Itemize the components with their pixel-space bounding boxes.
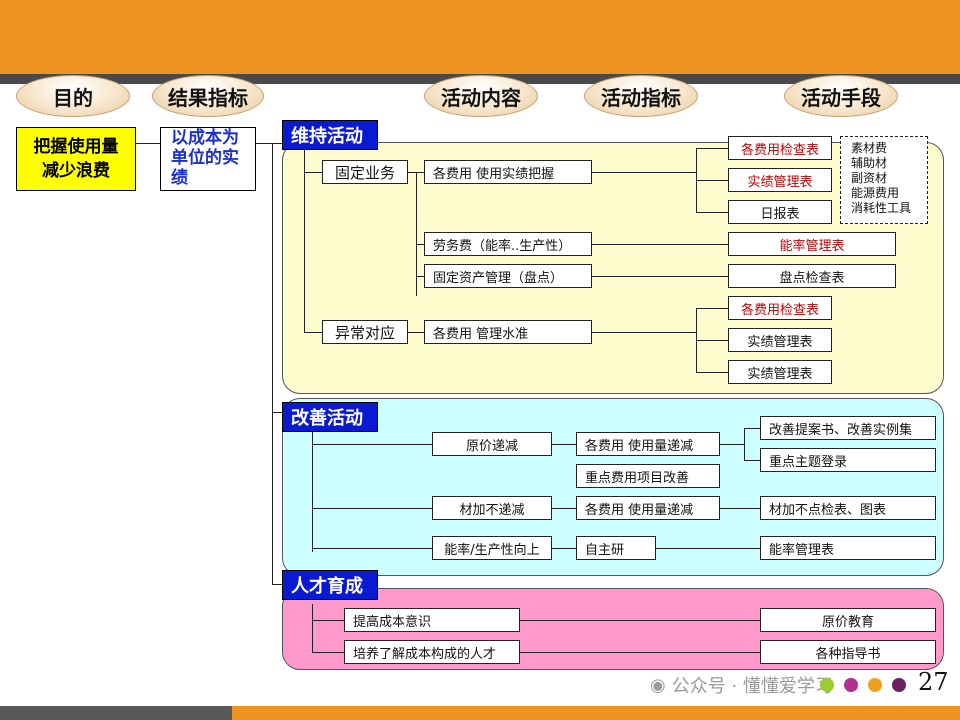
cost-check-table: 各费用检查表 xyxy=(728,136,832,160)
cost-mgmt-level-box: 各费用 管理水准 xyxy=(424,320,592,344)
decor-dot-icon xyxy=(844,678,858,692)
connector xyxy=(592,172,696,173)
inventory-check-table: 盘点检查表 xyxy=(728,264,896,288)
fixed-business-box: 固定业务 xyxy=(322,160,408,184)
decor-dot-icon xyxy=(868,678,882,692)
header-activity-means: 活动手段 xyxy=(784,75,898,117)
decor-dot-icon xyxy=(892,678,906,692)
header-purpose: 目的 xyxy=(16,75,130,117)
material-reduce-box: 材加不递减 xyxy=(432,496,552,520)
cost-education-box: 原价教育 xyxy=(760,608,936,632)
footer-bar-left xyxy=(0,706,232,720)
materials-list: 素材费 辅助材 副资材 能源费用 消耗性工具 xyxy=(840,136,928,224)
connector xyxy=(696,372,728,373)
fixed-assets-box: 固定资产管理（盘点） xyxy=(424,264,592,288)
connector xyxy=(312,444,432,445)
daily-report-table: 日报表 xyxy=(728,200,832,224)
connector xyxy=(720,508,760,509)
labor-cost-box: 劳务费（能率..生产性） xyxy=(424,232,592,256)
connector xyxy=(304,172,322,173)
header-result-index: 结果指标 xyxy=(152,75,264,117)
connector xyxy=(312,652,344,653)
connector xyxy=(744,428,760,429)
section-maintain: 维持活动 xyxy=(282,120,378,150)
material-item: 副资材 xyxy=(851,171,888,185)
guides-box: 各种指导书 xyxy=(760,640,936,664)
header-activity-content: 活动内容 xyxy=(424,75,538,117)
connector xyxy=(272,143,282,144)
efficiency-table-box: 能率管理表 xyxy=(760,536,936,560)
key-cost-improve-box: 重点费用项目改善 xyxy=(576,464,720,488)
connector xyxy=(272,584,282,585)
proposal-box: 改善提案书、改善实例集 xyxy=(760,416,936,440)
page-number: 27 xyxy=(918,668,949,696)
cost-check-table-2: 各费用检查表 xyxy=(728,296,832,320)
connector xyxy=(592,244,728,245)
material-item: 消耗性工具 xyxy=(851,201,912,215)
connector xyxy=(312,604,313,652)
connector xyxy=(592,276,728,277)
self-study-box: 自主研 xyxy=(576,536,656,560)
connector xyxy=(272,412,282,413)
top-banner xyxy=(0,0,960,74)
key-theme-box: 重点主题登录 xyxy=(760,448,936,472)
header-activity-index: 活动指标 xyxy=(584,75,698,117)
actual-mgmt-table-3: 实绩管理表 xyxy=(728,360,832,384)
cost-usage-box: 各费用 使用实绩把握 xyxy=(424,160,592,184)
cost-awareness-box: 提高成本意识 xyxy=(344,608,520,632)
cultivate-talent-box: 培养了解成本构成的人才 xyxy=(344,640,520,664)
section-improve: 改善活动 xyxy=(282,402,378,432)
connector xyxy=(552,508,576,509)
material-item: 能源费用 xyxy=(851,186,900,200)
material-check-box: 材加不点检表、图表 xyxy=(760,496,936,520)
connector xyxy=(312,432,313,552)
material-item: 素材费 xyxy=(851,141,888,155)
connector xyxy=(416,172,417,296)
connector xyxy=(256,143,272,144)
connector xyxy=(520,652,760,653)
efficiency-mgmt-table: 能率管理表 xyxy=(728,232,896,256)
result-index-box: 以成本为单位的实绩 xyxy=(160,127,256,191)
watermark: ◉ 公众号 · 懂懂爱学习 xyxy=(650,672,833,698)
connector xyxy=(272,143,273,585)
connector xyxy=(312,620,344,621)
watermark-text: 公众号 · 懂懂爱学习 xyxy=(671,676,833,697)
connector xyxy=(720,444,744,445)
efficiency-up-box: 能率/生产性向上 xyxy=(432,536,552,560)
connector xyxy=(304,150,305,332)
connector xyxy=(552,444,576,445)
connector xyxy=(696,308,728,309)
purpose-box: 把握使用量减少浪费 xyxy=(16,127,136,191)
connector xyxy=(416,276,424,277)
footer-bar-right xyxy=(232,706,960,720)
connector xyxy=(696,212,728,213)
section-talent: 人才育成 xyxy=(282,570,378,600)
connector xyxy=(656,548,760,549)
connector xyxy=(136,143,160,144)
abnormal-box: 异常对应 xyxy=(322,320,408,344)
connector xyxy=(312,508,432,509)
connector xyxy=(744,428,745,460)
connector xyxy=(744,460,760,461)
wechat-icon: ◉ xyxy=(650,674,666,696)
connector xyxy=(552,548,576,549)
connector xyxy=(304,332,322,333)
decor-dot-icon xyxy=(820,678,834,692)
connector xyxy=(312,548,432,549)
connector xyxy=(696,148,728,149)
connector xyxy=(592,332,696,333)
material-item: 辅助材 xyxy=(851,156,888,170)
connector xyxy=(696,180,728,181)
connector xyxy=(408,332,424,333)
connector xyxy=(520,620,760,621)
usage-reduce-box-2: 各费用 使用量递减 xyxy=(576,496,720,520)
cost-reduce-box: 原价递减 xyxy=(432,432,552,456)
connector xyxy=(416,244,424,245)
usage-reduce-box: 各费用 使用量递减 xyxy=(576,432,720,456)
connector xyxy=(696,340,728,341)
actual-mgmt-table: 实绩管理表 xyxy=(728,168,832,192)
actual-mgmt-table-2: 实绩管理表 xyxy=(728,328,832,352)
